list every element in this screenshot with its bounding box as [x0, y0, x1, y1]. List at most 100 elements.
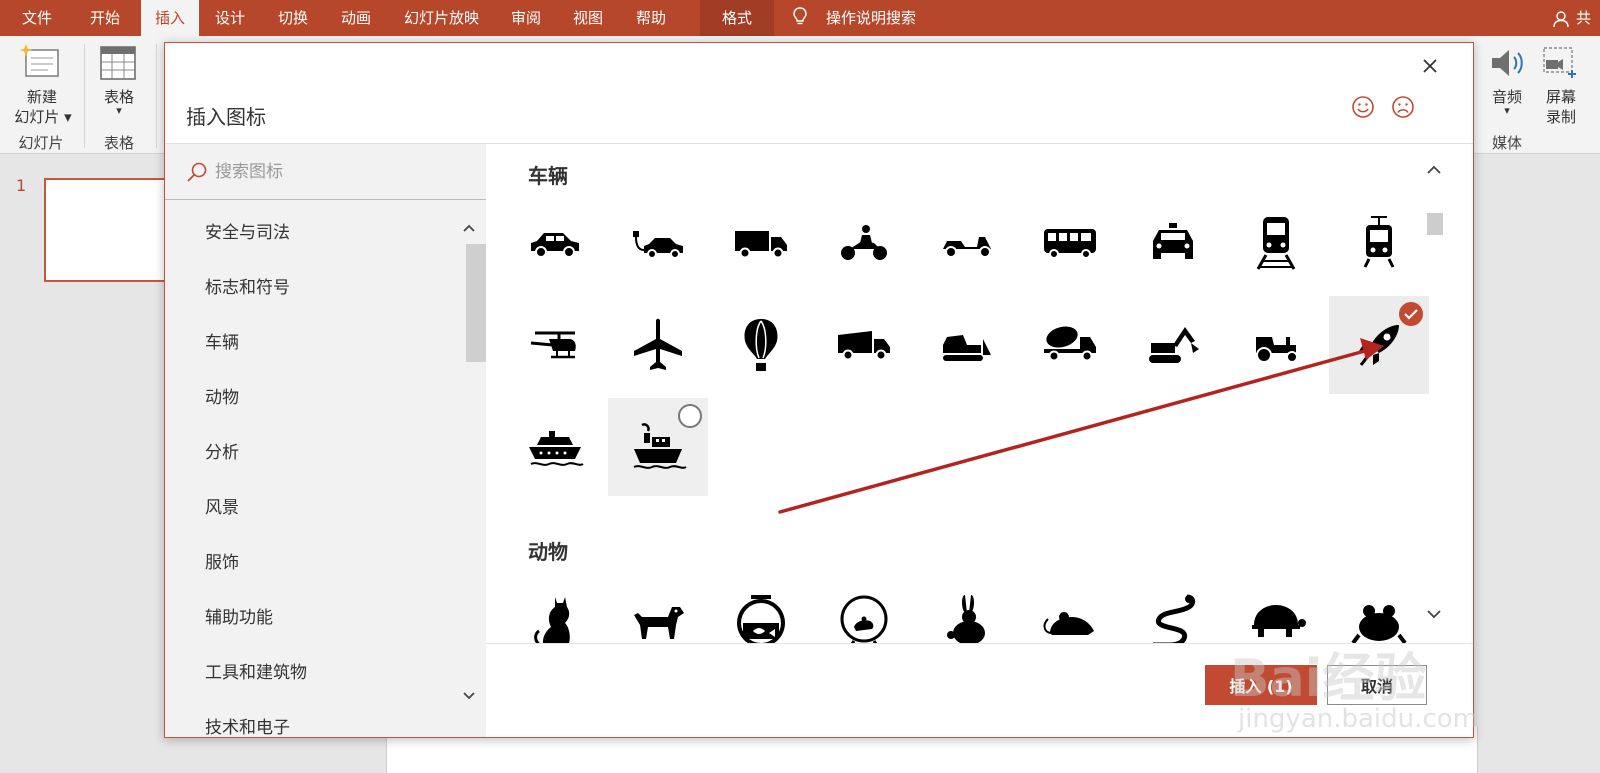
- icon-cement-mixer[interactable]: [1020, 296, 1120, 394]
- icon-tram[interactable]: [1329, 194, 1429, 292]
- rabbit-icon: [947, 595, 985, 643]
- icon-mouse[interactable]: [1020, 570, 1120, 643]
- sidebar-scrollbar-thumb[interactable]: [466, 244, 486, 362]
- screen-record-label-2[interactable]: 录制: [1538, 106, 1584, 127]
- category-analytics[interactable]: 分析: [205, 438, 239, 463]
- search-input[interactable]: [215, 156, 465, 188]
- icon-frog[interactable]: [1329, 570, 1429, 643]
- icon-scooter[interactable]: [917, 194, 1017, 292]
- speaker-icon[interactable]: [1490, 46, 1526, 80]
- hot-air-balloon-icon: [744, 319, 778, 371]
- screen-record-icon[interactable]: [1542, 46, 1580, 80]
- taxi-icon: [1153, 223, 1193, 259]
- ribbon-tab-bar: 文件 开始 插入 设计 切换 动画 幻灯片放映 审阅 视图 帮助 格式 操作说明…: [0, 0, 1600, 36]
- new-slide-label-1[interactable]: 新建: [14, 86, 70, 107]
- screen-record-label-1[interactable]: 屏幕: [1538, 86, 1584, 107]
- category-landscape[interactable]: 风景: [205, 493, 239, 518]
- icon-truck[interactable]: [711, 194, 811, 292]
- icon-hot-air-balloon[interactable]: [711, 296, 811, 394]
- category-signs-symbols[interactable]: 标志和符号: [205, 273, 290, 298]
- tab-design[interactable]: 设计: [215, 0, 245, 36]
- category-animals[interactable]: 动物: [205, 383, 239, 408]
- icon-fishbowl[interactable]: [711, 570, 811, 643]
- slide-thumbnail[interactable]: [44, 178, 172, 282]
- icon-dog[interactable]: [608, 570, 708, 643]
- category-tools-buildings[interactable]: 工具和建筑物: [205, 658, 307, 683]
- category-security-justice[interactable]: 安全与司法: [205, 218, 290, 243]
- smile-feedback-icon[interactable]: [1351, 95, 1375, 119]
- chevron-up-icon[interactable]: [1425, 161, 1443, 179]
- table-icon[interactable]: [100, 46, 136, 80]
- icon-cruise-ship[interactable]: [505, 398, 605, 496]
- chevron-down-icon[interactable]: [461, 688, 477, 704]
- tab-review[interactable]: 审阅: [511, 0, 541, 36]
- tell-me-search[interactable]: 操作说明搜索: [826, 0, 916, 36]
- hamster-wheel-icon: [840, 595, 888, 643]
- share-button[interactable]: 共享: [1576, 0, 1600, 36]
- insert-button[interactable]: 插入 (1): [1205, 665, 1317, 705]
- cancel-button[interactable]: 取消: [1327, 665, 1427, 705]
- tab-transitions[interactable]: 切换: [278, 0, 308, 36]
- icon-train[interactable]: [1226, 194, 1326, 292]
- new-slide-label-2[interactable]: 幻灯片 ▾: [8, 106, 78, 127]
- airplane-icon: [634, 318, 682, 370]
- icon-excavator[interactable]: [1123, 296, 1223, 394]
- category-apparel[interactable]: 服饰: [205, 548, 239, 573]
- icon-helicopter[interactable]: [505, 296, 605, 394]
- close-icon[interactable]: [1415, 51, 1445, 81]
- icon-tractor[interactable]: [1226, 296, 1326, 394]
- icon-hamster-wheel[interactable]: [814, 570, 914, 643]
- ribbon-separator: [84, 44, 85, 148]
- cruise-ship-icon: [529, 431, 584, 466]
- icon-bulldozer[interactable]: [917, 296, 1017, 394]
- icon-car[interactable]: [505, 194, 605, 292]
- tram-icon: [1363, 216, 1395, 268]
- insert-icons-dialog: 插入图标 安全与司法 标志和符号 车辆 动物 分析 风景 服饰 辅助功能 工具和…: [164, 42, 1474, 738]
- footer-divider: [486, 643, 1473, 644]
- icon-airplane[interactable]: [608, 296, 708, 394]
- table-dropdown-icon[interactable]: ▾: [112, 104, 126, 117]
- chevron-up-icon[interactable]: [461, 220, 477, 236]
- tab-slideshow[interactable]: 幻灯片放映: [404, 0, 479, 36]
- dialog-title: 插入图标: [186, 105, 266, 129]
- tab-insert[interactable]: 插入: [141, 0, 200, 36]
- icon-cat[interactable]: [505, 570, 605, 643]
- chevron-down-icon[interactable]: [1425, 605, 1443, 623]
- tab-animations[interactable]: 动画: [341, 0, 371, 36]
- truck-icon: [735, 231, 787, 259]
- motorcycle-icon: [841, 225, 887, 260]
- icon-turtle[interactable]: [1226, 570, 1326, 643]
- icon-bus[interactable]: [1020, 194, 1120, 292]
- electric-car-icon: [633, 231, 683, 259]
- helicopter-icon: [530, 331, 576, 359]
- grid-scrollbar-thumb[interactable]: [1427, 213, 1443, 235]
- snake-icon: [1153, 594, 1196, 643]
- audio-dropdown-icon[interactable]: ▾: [1500, 104, 1514, 117]
- share-person-icon[interactable]: [1553, 10, 1571, 28]
- tab-format[interactable]: 格式: [700, 0, 775, 36]
- icon-rocket-selected[interactable]: [1329, 296, 1429, 394]
- slide-number: 1: [16, 176, 27, 195]
- excavator-icon: [1149, 327, 1199, 363]
- category-vehicles[interactable]: 车辆: [205, 328, 239, 353]
- icon-electric-car[interactable]: [608, 194, 708, 292]
- category-technology[interactable]: 技术和电子: [205, 713, 290, 737]
- icon-rabbit[interactable]: [917, 570, 1017, 643]
- tab-file[interactable]: 文件: [22, 0, 52, 36]
- icon-motorcycle[interactable]: [814, 194, 914, 292]
- icon-taxi[interactable]: [1123, 194, 1223, 292]
- icon-steamboat-hovered[interactable]: [608, 398, 708, 496]
- category-accessibility[interactable]: 辅助功能: [205, 603, 273, 628]
- frown-feedback-icon[interactable]: [1391, 95, 1415, 119]
- bus-icon: [1044, 229, 1096, 259]
- tractor-icon: [1256, 337, 1298, 363]
- tab-home[interactable]: 开始: [90, 0, 120, 36]
- tab-view[interactable]: 视图: [573, 0, 603, 36]
- unselected-circle-icon[interactable]: [678, 404, 702, 428]
- new-slide-icon[interactable]: [20, 42, 62, 82]
- tab-help[interactable]: 帮助: [636, 0, 666, 36]
- icon-snake[interactable]: [1123, 570, 1223, 643]
- icon-grid: 车辆 动物: [486, 144, 1473, 643]
- icon-dump-truck[interactable]: [814, 296, 914, 394]
- selected-checkmark-icon: [1399, 302, 1423, 326]
